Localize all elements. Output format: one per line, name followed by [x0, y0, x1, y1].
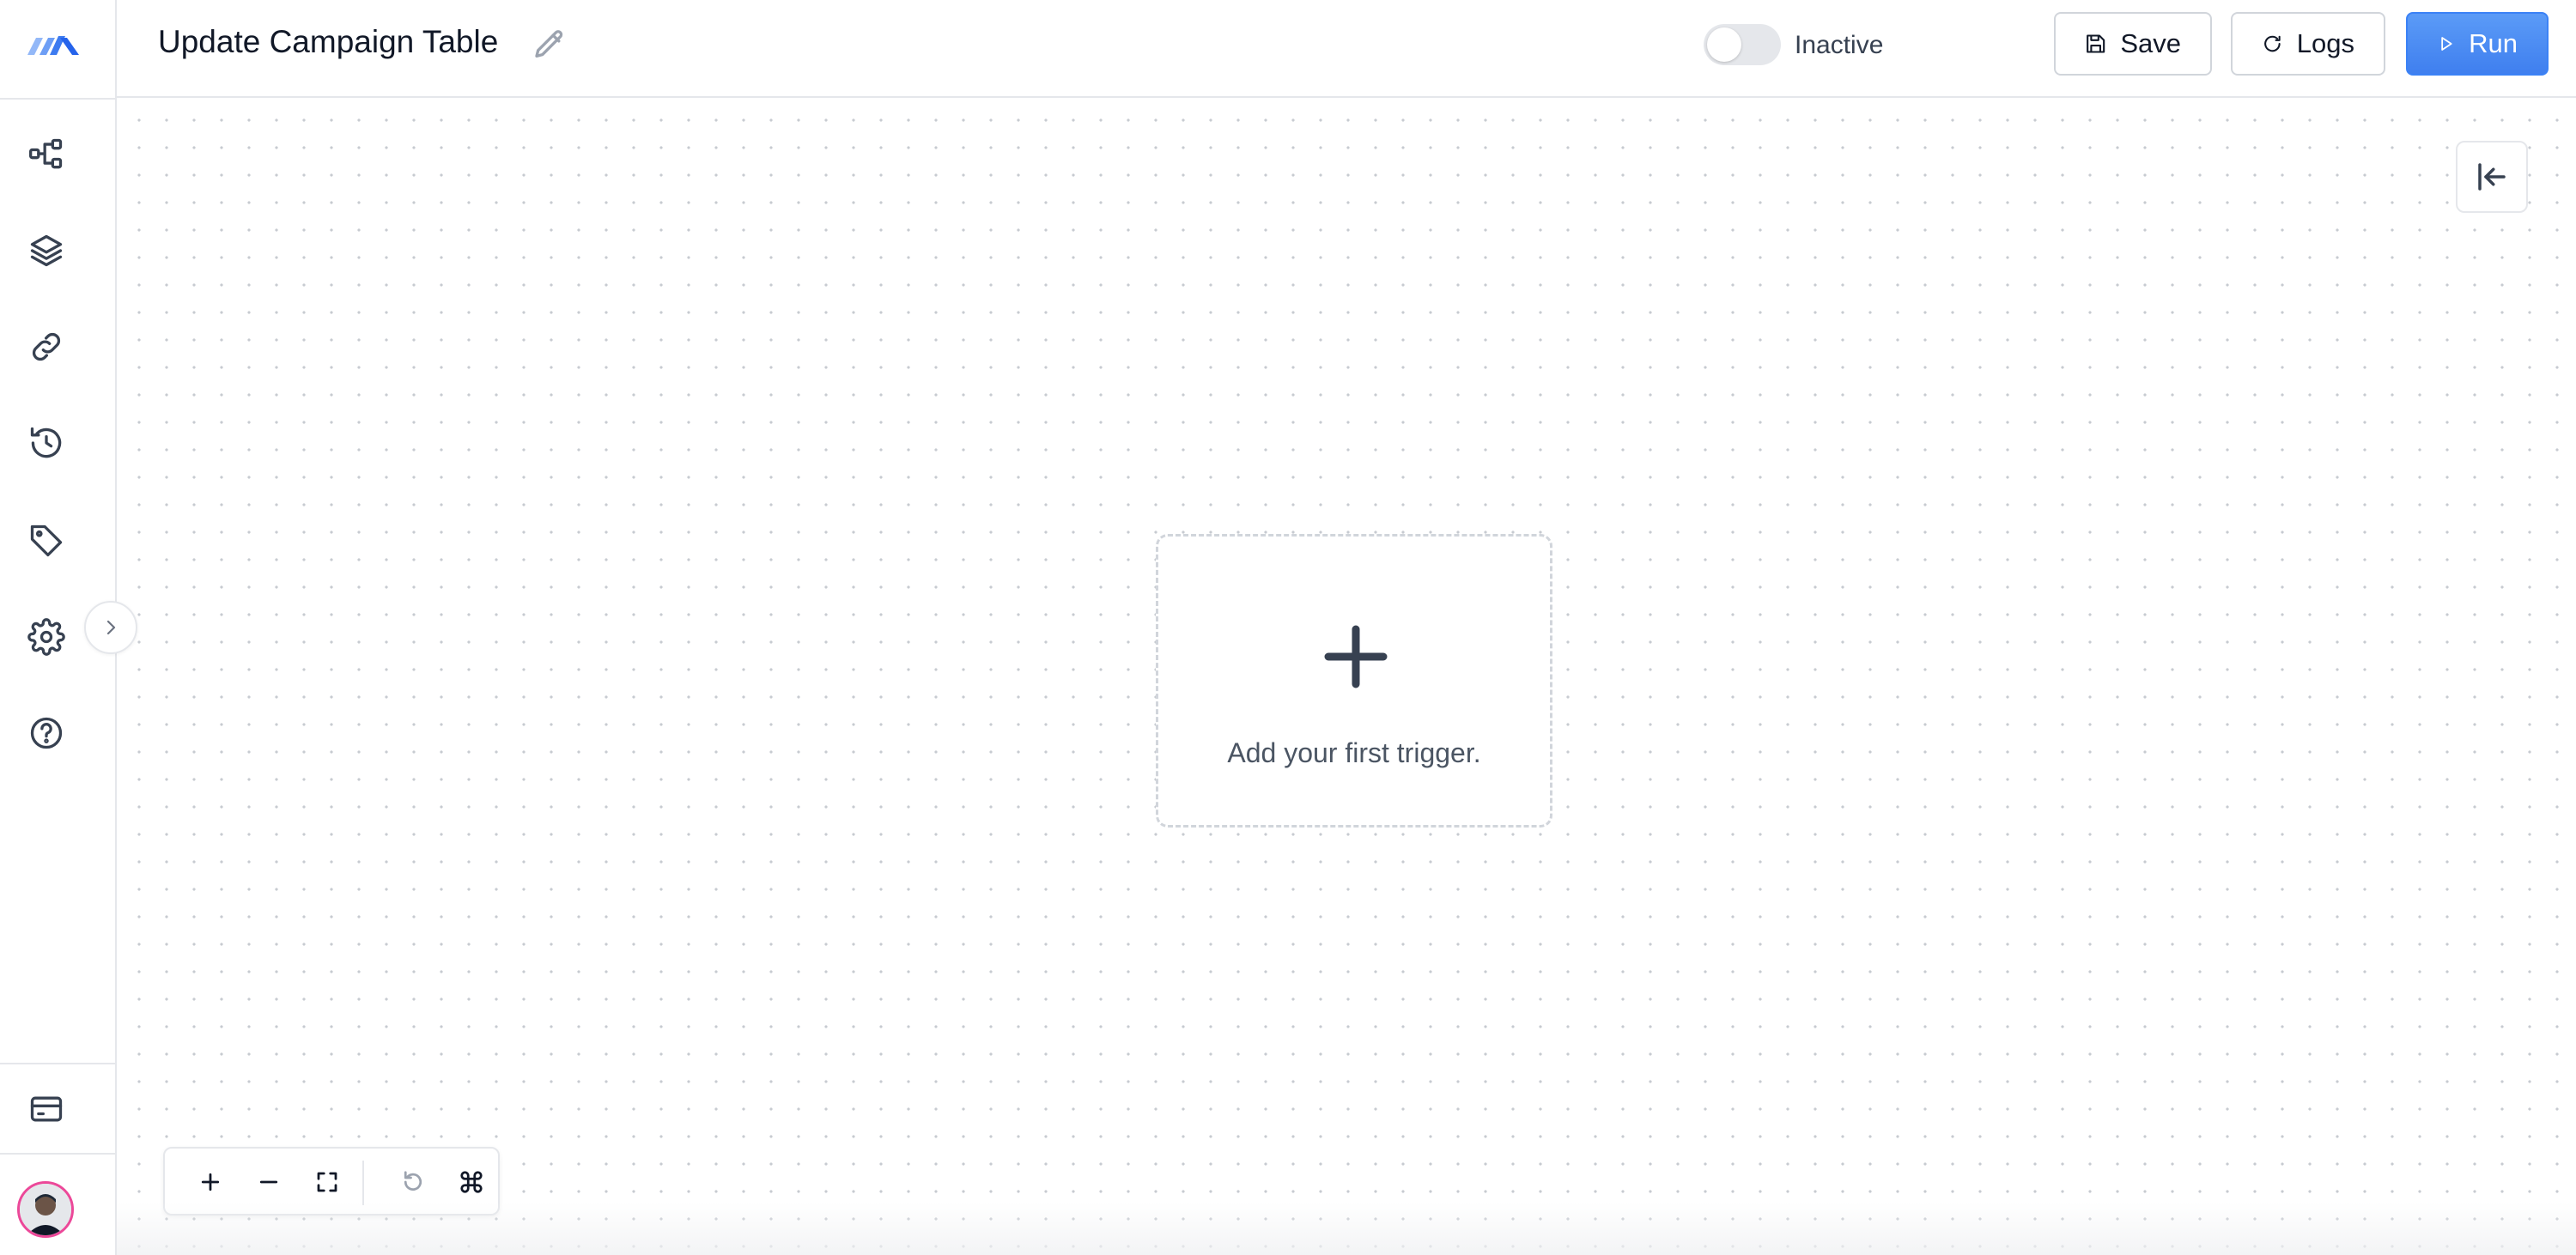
status-toggle[interactable] [1704, 24, 1781, 65]
logs-button[interactable]: Logs [2231, 12, 2385, 76]
sidebar-divider [0, 98, 117, 100]
page-title: Update Campaign Table [158, 24, 499, 59]
sidebar-item-help[interactable] [22, 709, 70, 757]
workflow-canvas[interactable]: Add your first trigger. [117, 98, 2576, 1255]
help-icon [30, 717, 63, 749]
sidebar-item-workflows[interactable] [22, 130, 70, 179]
tag-icon [30, 524, 63, 557]
sidebar-item-history[interactable] [22, 419, 70, 467]
zoom-out-icon [259, 1180, 278, 1184]
save-icon [2087, 34, 2105, 53]
controls-divider [362, 1161, 364, 1205]
fit-view-button[interactable] [304, 1159, 350, 1205]
sidebar-divider [0, 1063, 117, 1064]
pencil-icon [535, 30, 563, 58]
billing-card-icon [30, 1096, 63, 1122]
canvas-controls [163, 1147, 500, 1216]
edit-title-button[interactable] [532, 27, 567, 62]
run-button-label: Run [2469, 28, 2518, 58]
sidebar-item-tags[interactable] [22, 517, 70, 565]
app-logo[interactable] [24, 26, 82, 62]
workflow-icon [29, 138, 63, 169]
history-icon [30, 427, 62, 458]
header: Update Campaign Table Inactive Save Logs… [117, 0, 2576, 98]
empty-state-text: Add your first trigger. [1227, 737, 1481, 768]
status-label: Inactive [1795, 31, 1884, 59]
arrow-left-to-line-icon [2478, 163, 2506, 191]
sidebar-item-connections[interactable] [22, 323, 70, 371]
zoom-out-button[interactable] [246, 1159, 292, 1205]
undo-button[interactable] [390, 1159, 436, 1205]
command-button[interactable] [448, 1159, 495, 1205]
play-icon [2441, 37, 2452, 51]
run-button[interactable]: Run [2406, 12, 2549, 76]
toggle-knob [1707, 27, 1741, 62]
chevron-right-icon [106, 620, 116, 635]
fit-view-icon [317, 1172, 337, 1192]
undo-icon [404, 1171, 422, 1191]
sidebar-expand-button[interactable] [84, 601, 137, 654]
logs-button-label: Logs [2296, 28, 2354, 58]
save-button[interactable]: Save [2054, 12, 2212, 76]
sidebar-item-settings[interactable] [22, 613, 70, 661]
refresh-icon [2264, 35, 2281, 52]
avatar[interactable] [17, 1181, 74, 1238]
zoom-in-button[interactable] [187, 1159, 234, 1205]
save-button-label: Save [2120, 28, 2181, 58]
sidebar-item-layers[interactable] [22, 227, 70, 275]
sidebar-divider [0, 1153, 117, 1155]
zoom-in-icon [201, 1173, 220, 1191]
plus-icon [1321, 622, 1390, 691]
collapse-panel-button[interactable] [2456, 141, 2528, 213]
command-icon [460, 1171, 483, 1193]
layers-icon [30, 234, 63, 267]
gear-icon [27, 618, 65, 656]
add-trigger-button[interactable]: Add your first trigger. [1156, 534, 1552, 828]
link-icon [32, 332, 61, 361]
sidebar-item-billing[interactable] [22, 1085, 70, 1133]
